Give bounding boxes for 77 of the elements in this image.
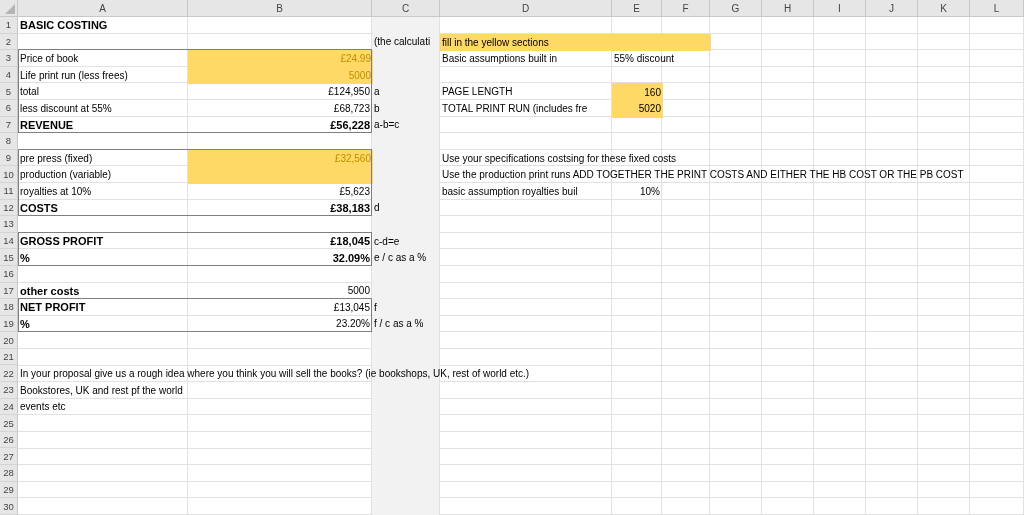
column-header[interactable]: I	[814, 0, 866, 17]
row-header[interactable]: 5	[0, 83, 18, 100]
row-label: %	[20, 318, 30, 330]
row-label: NET PROFIT	[20, 301, 86, 314]
row-header[interactable]: 3	[0, 50, 18, 67]
cell-value: £124,950	[328, 86, 370, 98]
row-header[interactable]: 25	[0, 415, 18, 432]
cell-text: Use the production print runs ADD TOGETHER THE PRINT COSTS AND EITHER THE HB COST OR THE PB COST	[442, 169, 964, 181]
cell-value: £68,723	[333, 102, 370, 114]
row-header[interactable]: 22	[0, 365, 18, 383]
row-header[interactable]: 13	[0, 216, 18, 233]
cell-text: Life print run (less frees)	[20, 69, 128, 81]
column-header[interactable]: C	[372, 0, 440, 17]
cell-text: In your proposal give us a rough idea where you think you will sell the books? (ie bookshops, UK, rest of world etc.)	[20, 368, 530, 380]
row-label: COSTS	[20, 201, 58, 214]
column-header[interactable]: K	[918, 0, 970, 17]
cell-text: TOTAL PRINT RUN (includes fre	[442, 102, 588, 114]
row-header[interactable]: 27	[0, 448, 18, 466]
row-header[interactable]: 10	[0, 166, 18, 183]
cell-text: b	[374, 102, 380, 114]
cell-value: 5000	[347, 285, 370, 297]
cell-text: Price of book	[20, 53, 79, 64]
row-label: other costs	[20, 284, 80, 297]
row-header[interactable]: 8	[0, 133, 18, 150]
row-label: GROSS PROFIT	[20, 235, 104, 247]
row-label: REVENUE	[20, 118, 74, 131]
row-header[interactable]: 1	[0, 17, 18, 34]
cell-text: events etc	[20, 401, 66, 413]
column-header[interactable]: G	[710, 0, 762, 17]
select-all-icon[interactable]	[5, 4, 15, 14]
total-value: £56,228	[330, 118, 370, 131]
input-cell[interactable]: 160	[612, 83, 663, 101]
cell-text: PAGE LENGTH	[442, 86, 513, 98]
cell-text: d	[374, 202, 380, 214]
cell-text: f / c as a %	[374, 318, 424, 330]
cell-text: pre press (fixed)	[20, 152, 93, 164]
cell-value: 10%	[640, 185, 660, 197]
cell-value: £13,045	[333, 301, 370, 313]
cell-text: royalties at 10%	[20, 185, 92, 197]
cell-value: £5,623	[339, 185, 370, 197]
cell-text: a-b=c	[374, 119, 400, 131]
row-header[interactable]: 15	[0, 249, 18, 266]
input-cell[interactable]: fill in the yellow sections	[440, 33, 613, 52]
cell-text: c-d=e	[374, 235, 400, 247]
column-header[interactable]: B	[188, 0, 372, 17]
cell-text: a	[374, 86, 380, 98]
cell-text: basic assumption royalties buil	[442, 185, 578, 197]
total-value: £38,183	[330, 201, 370, 214]
column-header[interactable]: H	[762, 0, 814, 17]
row-header[interactable]: 18	[0, 299, 18, 316]
column-header[interactable]: A	[18, 0, 188, 17]
column-header[interactable]: D	[440, 0, 612, 17]
cell-value: 23.20%	[336, 318, 370, 330]
column-header[interactable]: J	[866, 0, 918, 17]
column-header[interactable]: L	[970, 0, 1024, 17]
row-header[interactable]: 28	[0, 465, 18, 482]
cell-text: f	[374, 301, 377, 313]
column-header[interactable]: F	[662, 0, 710, 17]
row-header[interactable]: 23	[0, 382, 18, 399]
cell-text: production (variable)	[20, 169, 112, 181]
row-header[interactable]: 20	[0, 332, 18, 349]
cell-text: e / c as a %	[374, 252, 427, 264]
row-label: %	[20, 251, 30, 264]
column-header[interactable]: E	[612, 0, 662, 17]
cell-text: Basic assumptions built in	[442, 53, 558, 64]
input-cell[interactable]	[188, 166, 373, 184]
cell-text: (the calculati	[374, 36, 431, 48]
row-label: BASIC COSTING	[20, 19, 108, 32]
cell-text: 55% discount	[614, 53, 675, 64]
cell-text: Use your specifications costsing for these fixed costs	[442, 152, 676, 164]
cell-text: total	[20, 86, 39, 98]
cell-text: Bookstores, UK and rest pf the world	[20, 384, 183, 396]
input-cell[interactable]	[662, 33, 711, 52]
cell-text: less discount at 55%	[20, 102, 112, 114]
total-value: 32.09%	[332, 251, 370, 264]
total-value: £18,045	[330, 235, 370, 247]
row-header[interactable]: 30	[0, 498, 18, 515]
